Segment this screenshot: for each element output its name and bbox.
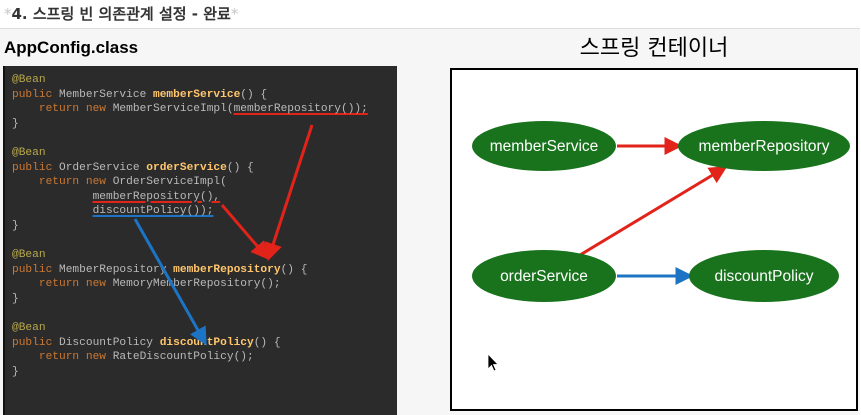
code-arrow-member-repository-1 — [264, 124, 314, 262]
bean-member-service: memberService — [472, 121, 616, 171]
diagram-overlay: memberService memberRepository orderServ… — [133, 121, 850, 372]
dependency-arrow-orderservice-memberrepository — [579, 166, 728, 257]
code-arrow-discount-policy — [133, 218, 207, 346]
bean-label: memberService — [490, 138, 599, 155]
bean-label: discountPolicy — [714, 268, 813, 285]
bean-discount-policy: discountPolicy — [689, 250, 839, 302]
mouse-cursor-icon — [487, 353, 499, 372]
bean-label: orderService — [500, 268, 588, 285]
bean-order-service: orderService — [472, 250, 616, 302]
bean-label: memberRepository — [699, 138, 830, 155]
bean-member-repository: memberRepository — [678, 121, 850, 171]
code-arrow-member-repository-2 — [220, 204, 269, 260]
